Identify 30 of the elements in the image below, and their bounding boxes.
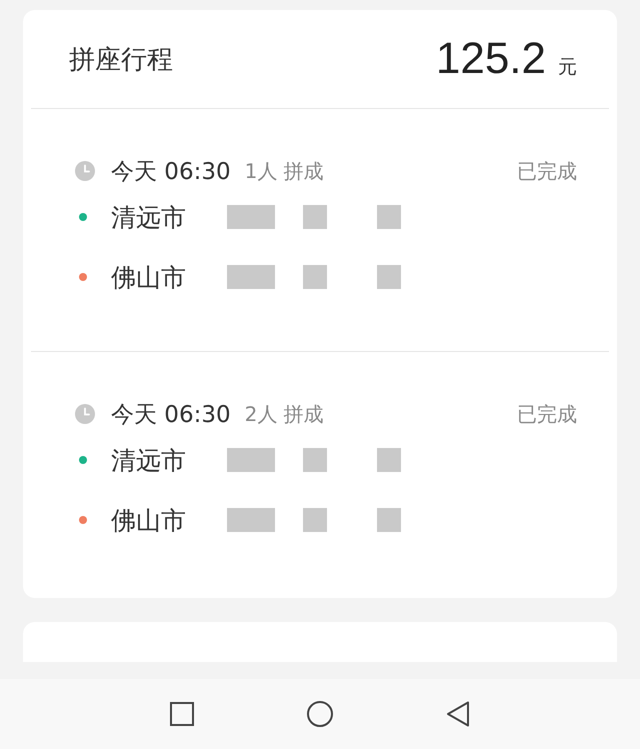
redaction-mark — [227, 508, 275, 532]
trip-status: 已完成 — [517, 158, 577, 184]
price-amount: 125.2 — [436, 34, 546, 84]
redaction-mark — [303, 508, 327, 532]
redaction-mark — [227, 265, 275, 289]
city-name: 佛山市 — [111, 262, 186, 294]
card-title: 拼座行程 — [69, 44, 173, 76]
redaction-mark — [303, 265, 327, 289]
city-name: 佛山市 — [111, 504, 186, 536]
back-icon[interactable] — [444, 700, 472, 728]
passenger-count: 2人 拼成 — [244, 400, 324, 428]
recent-apps-icon[interactable] — [168, 700, 196, 728]
currency-label: 元 — [558, 55, 577, 80]
passenger-count: 1人 拼成 — [244, 158, 324, 184]
trip-time: 今天 06:30 — [111, 158, 231, 186]
redaction-mark — [377, 265, 401, 289]
redaction-mark — [377, 448, 401, 472]
home-icon[interactable] — [306, 700, 334, 728]
clock-icon — [75, 161, 95, 181]
redaction-mark — [227, 205, 275, 229]
trip-status: 已完成 — [517, 400, 577, 428]
city-name: 清远市 — [111, 202, 186, 234]
redaction-mark — [377, 205, 401, 229]
redaction-mark — [303, 205, 327, 229]
trip-time: 今天 06:30 — [111, 400, 231, 430]
redaction-mark — [303, 448, 327, 472]
city-name: 清远市 — [111, 444, 186, 476]
redaction-mark — [377, 508, 401, 532]
redaction-mark — [227, 448, 275, 472]
clock-icon — [75, 404, 95, 424]
